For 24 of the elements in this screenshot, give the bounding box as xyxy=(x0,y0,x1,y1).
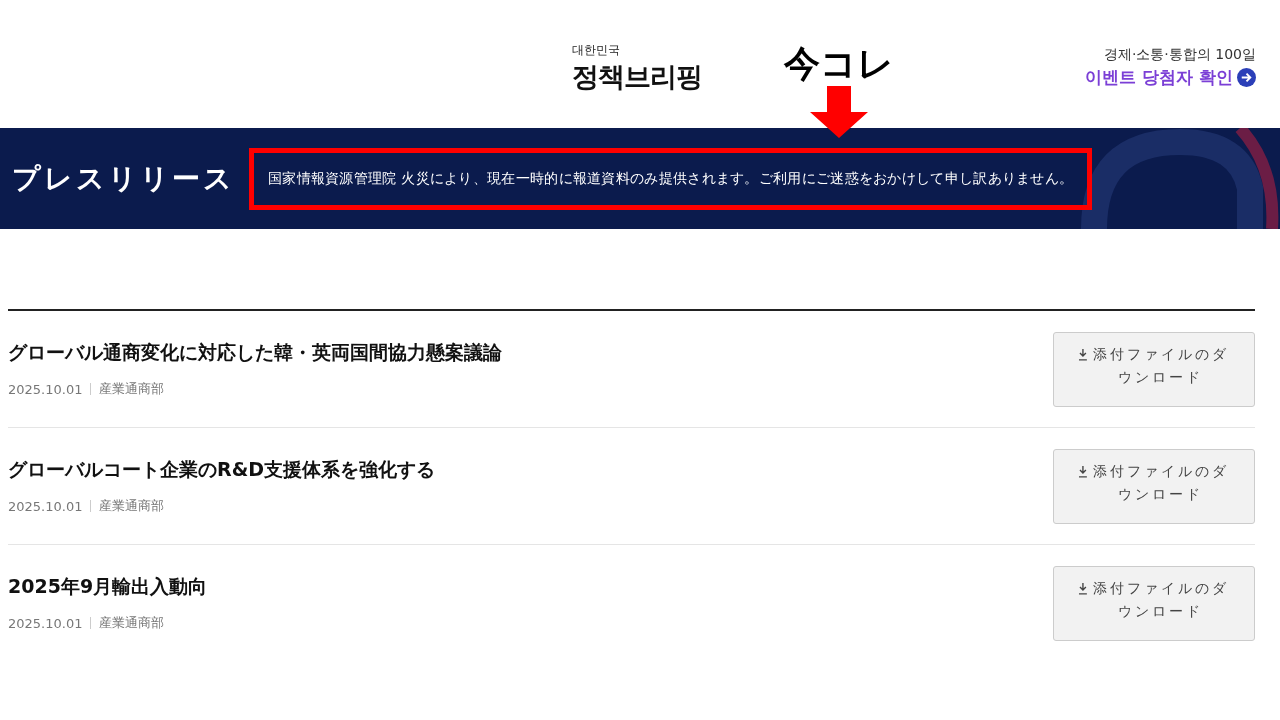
download-icon xyxy=(1078,582,1088,595)
logo-caption: 대한민국 xyxy=(572,41,620,59)
download-button[interactable]: 添付ファイルのダウンロード xyxy=(1053,565,1255,641)
release-department: 産業通商部 xyxy=(99,497,165,515)
release-department: 産業通商部 xyxy=(99,380,165,398)
arrow-circle-icon xyxy=(1237,67,1256,87)
download-icon xyxy=(1078,348,1088,361)
page-title: プレスリリース xyxy=(12,160,235,197)
logo-title[interactable]: 정책브리핑 xyxy=(572,58,702,95)
release-date: 2025.10.01 xyxy=(8,381,83,397)
annotation-label: 今コレ xyxy=(784,42,894,86)
release-title[interactable]: 2025年9月輸出入動向 xyxy=(8,574,208,600)
down-arrow-icon xyxy=(810,86,868,138)
download-button[interactable]: 添付ファイルのダウンロード xyxy=(1053,331,1255,407)
release-department: 産業通商部 xyxy=(99,614,165,632)
promo-link[interactable]: 이벤트 당첨자 확인 xyxy=(1085,65,1256,89)
release-title[interactable]: グローバル通商変化に対応した韓・英両国間協力懸案議論 xyxy=(8,340,502,366)
notice-text: 国家情報資源管理院 火災により、現在一時的に報道資料のみ提供されます。ご利用にご迷惑をおかけして申し訳ありません。 xyxy=(249,147,1093,210)
promo-caption: 경제·소통·통합의 100일 xyxy=(1103,45,1256,64)
download-button[interactable]: 添付ファイルのダウンロード xyxy=(1053,448,1255,524)
release-title[interactable]: グローバルコート企業のR&D支援体系を強化する xyxy=(8,457,435,483)
release-date: 2025.10.01 xyxy=(8,498,83,514)
download-icon xyxy=(1078,465,1088,478)
release-date: 2025.10.01 xyxy=(8,615,83,631)
